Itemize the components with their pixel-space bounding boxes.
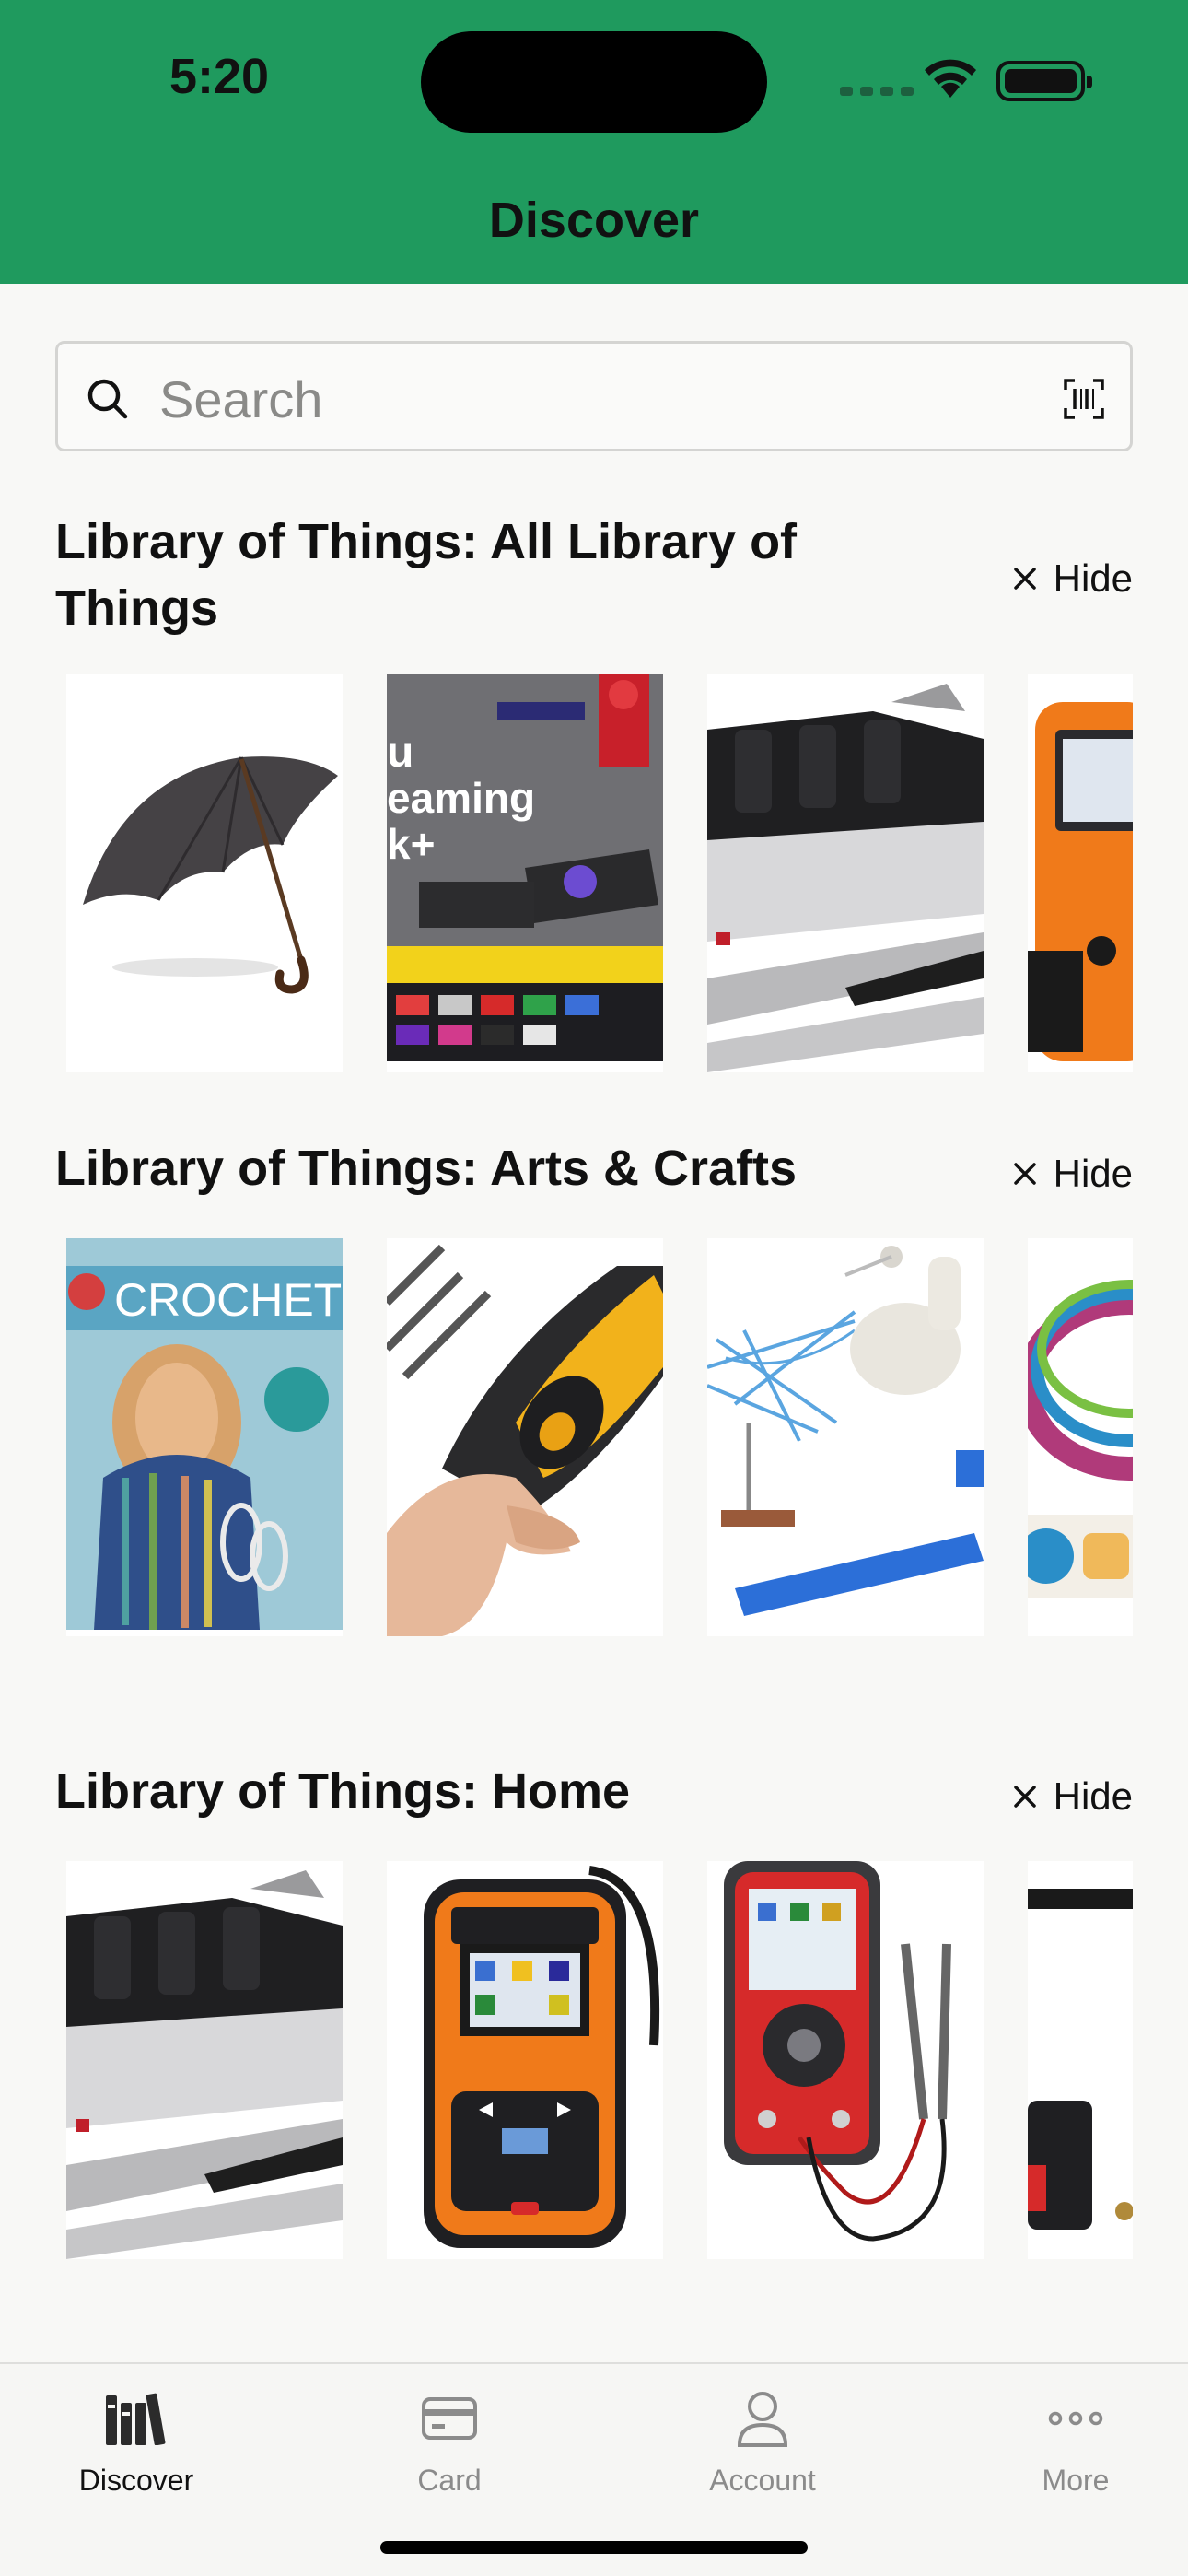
section-home: Library of Things: Home Hide — [55, 1758, 1133, 2274]
knife-sharpener-image — [707, 674, 984, 1072]
item-card-obd-scanner[interactable] — [1028, 674, 1133, 1072]
svg-text:u: u — [387, 728, 413, 777]
hide-label: Hide — [1053, 1774, 1133, 1818]
item-card-knitting-loom[interactable] — [1028, 1238, 1133, 1636]
section-arts-crafts: Library of Things: Arts & Crafts Hide CR… — [55, 1135, 1133, 1651]
tab-label: Discover — [78, 2464, 194, 2497]
dynamic-island — [421, 31, 767, 133]
wifi-icon — [925, 59, 976, 98]
item-card-streaming-stick[interactable]: u eaming k+ — [387, 674, 663, 1072]
item-card-multimeter[interactable] — [707, 1861, 984, 2259]
hide-section-button[interactable]: Hide — [1013, 1152, 1133, 1196]
tab-account[interactable]: Account — [643, 2364, 882, 2512]
card-icon — [422, 2397, 477, 2440]
tab-more[interactable]: More — [956, 2364, 1188, 2512]
item-card-power-tool-battery[interactable] — [1028, 1861, 1133, 2259]
item-carousel[interactable]: CROCHET — [55, 1238, 1133, 1636]
item-card-hot-glue-gun[interactable] — [387, 1238, 663, 1636]
item-card-obd-scanner[interactable] — [387, 1861, 663, 2259]
person-icon — [737, 2392, 788, 2447]
books-icon — [106, 2393, 166, 2445]
hide-label: Hide — [1053, 556, 1133, 600]
section-all-library-of-things: Library of Things: All Library of Things… — [55, 509, 1133, 1080]
yarn-swift-winder-image — [707, 1238, 984, 1636]
search-input[interactable] — [159, 364, 988, 434]
battery-icon — [996, 61, 1092, 101]
item-card-umbrella[interactable] — [66, 674, 343, 1072]
item-card-knife-sharpener[interactable] — [66, 1861, 343, 2259]
multimeter-image — [707, 1861, 984, 2259]
power-tool-battery-image — [1028, 1861, 1133, 2259]
tab-label: Account — [709, 2464, 816, 2497]
tab-label: More — [1042, 2464, 1110, 2497]
section-title: Library of Things: Arts & Crafts — [55, 1141, 798, 1196]
section-title: Library of Things: All Library of Things — [55, 514, 798, 636]
streaming-stick-box-image: u eaming k+ — [387, 674, 663, 1072]
obd-scanner-image — [1028, 674, 1133, 1072]
hide-section-button[interactable]: Hide — [1013, 1774, 1133, 1819]
search-icon — [87, 379, 128, 419]
item-card-crochet-book[interactable]: CROCHET — [66, 1238, 343, 1636]
knitting-loom-image — [1028, 1238, 1133, 1636]
search-bar[interactable] — [55, 341, 1133, 451]
tab-discover[interactable]: Discover — [17, 2364, 256, 2512]
cellular-signal-icon — [840, 87, 914, 96]
umbrella-image — [83, 756, 338, 994]
hide-section-button[interactable]: Hide — [1013, 556, 1133, 601]
close-icon — [1013, 1163, 1036, 1185]
home-indicator — [380, 2541, 808, 2554]
crochet-book-image: CROCHET — [66, 1238, 343, 1636]
item-carousel[interactable]: u eaming k+ — [55, 674, 1133, 1072]
tab-label: Card — [417, 2464, 482, 2497]
hot-glue-gun-image — [387, 1238, 663, 1636]
app-header: 5:20 Discover — [0, 0, 1188, 284]
section-title: Library of Things: Home — [55, 1763, 631, 1819]
close-icon — [1013, 1786, 1036, 1808]
crochet-cover-text: CROCHET — [114, 1274, 342, 1326]
knife-sharpener-image — [66, 1861, 343, 2259]
item-card-yarn-swift[interactable] — [707, 1238, 984, 1636]
page-title: Discover — [488, 193, 700, 248]
item-carousel[interactable] — [55, 1861, 1133, 2259]
barcode-scan-icon[interactable] — [1064, 379, 1104, 419]
svg-text:k+: k+ — [387, 820, 435, 868]
close-icon — [1013, 568, 1036, 590]
hide-label: Hide — [1053, 1152, 1133, 1195]
status-time: 5:20 — [169, 49, 270, 104]
obd-scanner-image — [387, 1861, 663, 2259]
svg-text:eaming: eaming — [387, 774, 535, 822]
tab-card[interactable]: Card — [330, 2364, 569, 2512]
item-card-knife-sharpener[interactable] — [707, 674, 984, 1072]
ellipsis-icon — [1048, 2411, 1103, 2426]
